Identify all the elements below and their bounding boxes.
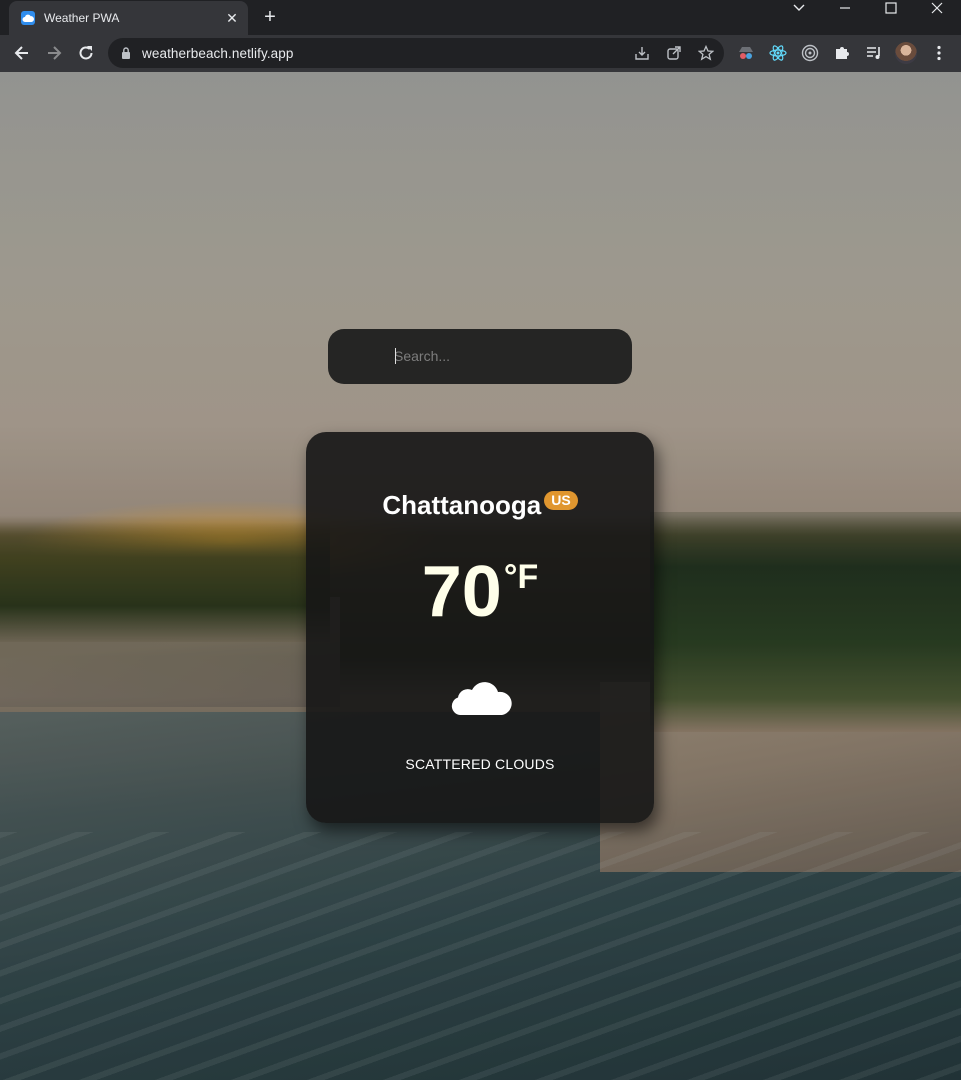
minimize-button[interactable] <box>824 0 864 30</box>
profile-avatar[interactable] <box>895 42 917 64</box>
temperature-value: 70 <box>421 552 502 632</box>
chevron-down-icon <box>793 4 805 11</box>
close-icon <box>931 2 943 14</box>
search-input[interactable] <box>394 346 614 366</box>
url-text[interactable]: weatherbeach.netlify.app <box>142 46 294 61</box>
weather-card: Chattanooga US 70°F SCATTERED CLOUDS <box>306 432 654 823</box>
arrow-right-icon <box>48 46 62 60</box>
forward-button[interactable] <box>44 43 64 63</box>
browser-tab[interactable]: Weather PWA ✕ <box>9 1 248 35</box>
reload-icon <box>79 46 93 60</box>
media-control-icon[interactable] <box>865 44 883 62</box>
browser-toolbar: weatherbeach.netlify.app <box>0 35 961 72</box>
tab-search-button[interactable] <box>778 0 818 30</box>
tab-close-button[interactable]: ✕ <box>224 10 240 26</box>
reload-button[interactable] <box>76 43 96 63</box>
minimize-icon <box>840 7 850 9</box>
tab-title: Weather PWA <box>44 11 120 25</box>
lock-icon[interactable] <box>120 46 132 60</box>
circle-extension-icon[interactable] <box>801 44 819 62</box>
cloud-favicon-icon <box>21 11 35 25</box>
maximize-button[interactable] <box>870 0 910 30</box>
spy-extension-icon[interactable] <box>737 44 755 62</box>
temperature-unit: °F <box>503 558 539 596</box>
cloud-icon <box>451 682 512 715</box>
search-box[interactable] <box>328 329 632 384</box>
bookmark-star-icon[interactable] <box>698 45 714 61</box>
address-bar[interactable]: weatherbeach.netlify.app <box>108 38 724 68</box>
back-button[interactable] <box>12 43 32 63</box>
city-name: Chattanooga <box>382 490 542 520</box>
more-menu-icon[interactable] <box>930 44 948 62</box>
new-tab-button[interactable]: + <box>260 7 280 28</box>
arrow-left-icon <box>14 46 28 60</box>
country-badge: US <box>544 491 578 510</box>
puzzle-extensions-icon[interactable] <box>833 44 851 62</box>
share-icon[interactable] <box>666 45 682 61</box>
text-caret <box>395 348 396 364</box>
react-devtools-icon[interactable] <box>769 44 787 62</box>
tab-strip: Weather PWA ✕ + <box>0 0 961 35</box>
install-app-icon[interactable] <box>634 45 650 61</box>
close-window-button[interactable] <box>916 0 956 30</box>
temperature-row: 70°F <box>306 554 654 630</box>
location-row: Chattanooga US <box>306 490 654 521</box>
maximize-icon <box>885 2 897 14</box>
weather-description: SCATTERED CLOUDS <box>405 756 555 772</box>
page-viewport: ChattanoogaUS 70°F SCATTERED CLOUDS <box>0 72 961 1080</box>
